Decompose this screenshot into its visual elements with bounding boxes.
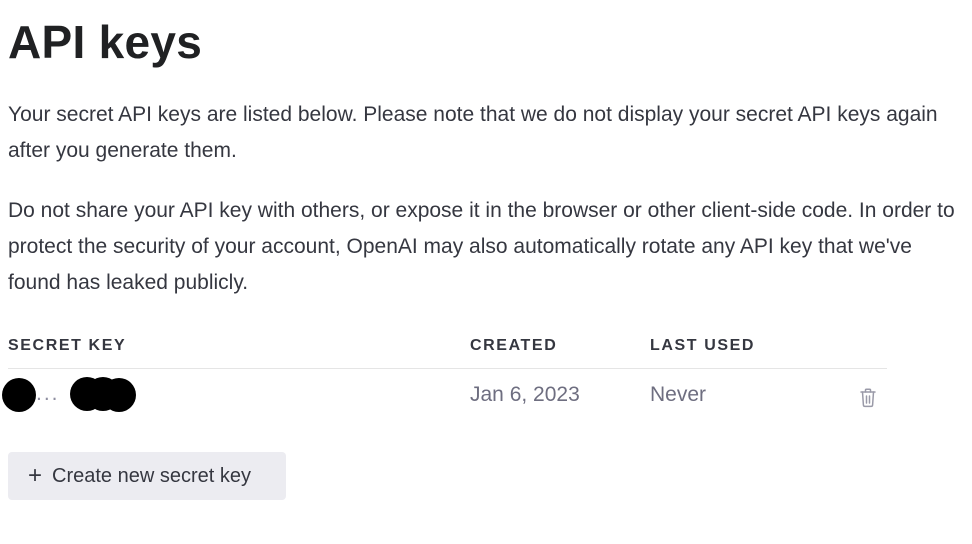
create-button-label: Create new secret key	[52, 464, 251, 487]
description-line: after you generate them.	[8, 139, 237, 162]
warning-line: protect the security of your account, Op…	[8, 235, 912, 258]
delete-key-button[interactable]	[858, 387, 878, 409]
table-header: SECRET KEY CREATED LAST USED	[8, 330, 887, 369]
create-new-secret-key-button[interactable]: + Create new secret key	[8, 452, 286, 500]
plus-icon: +	[28, 462, 43, 489]
column-header-created: CREATED	[470, 337, 558, 354]
description-text: Your secret API keys are listed below. P…	[8, 97, 972, 169]
warning-line: Do not share your API key with others, o…	[8, 199, 955, 222]
table-row: ... Jan 6, 2023 Never	[2, 369, 887, 425]
last-used-value: Never	[650, 383, 707, 406]
page-title: API keys	[8, 16, 203, 68]
warning-line: found has leaked publicly.	[8, 271, 249, 294]
secret-key-masked-text: ...	[36, 382, 60, 405]
redaction-mark	[102, 378, 136, 412]
api-keys-table: SECRET KEY CREATED LAST USED ... Jan 6, …	[2, 330, 887, 425]
column-header-secret-key: SECRET KEY	[8, 337, 127, 354]
redaction-mark	[2, 378, 36, 412]
created-date: Jan 6, 2023	[470, 383, 580, 406]
warning-text: Do not share your API key with others, o…	[8, 193, 972, 301]
secret-key-value: ...	[2, 377, 148, 413]
column-header-last-used: LAST USED	[650, 337, 756, 354]
trash-icon	[860, 388, 876, 408]
description-line: Your secret API keys are listed below. P…	[8, 103, 938, 126]
